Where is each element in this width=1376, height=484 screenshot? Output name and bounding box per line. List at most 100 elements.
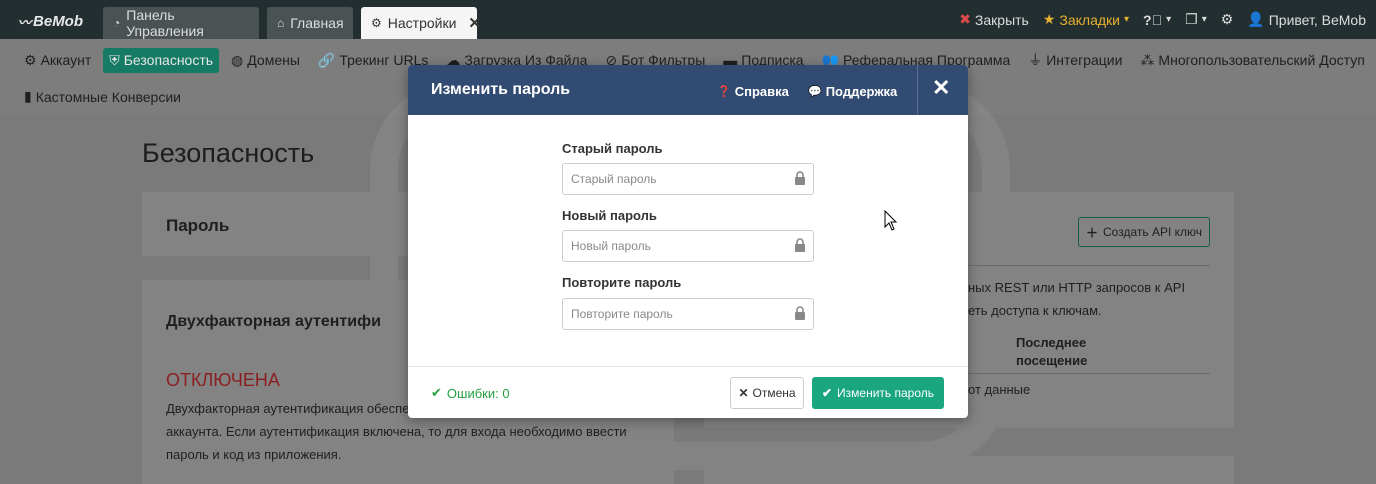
api-card-bottom — [704, 418, 1234, 428]
twofa-title: Двухфакторная аутентифи — [166, 313, 381, 330]
tab-dashboard-label: Панель Управления — [126, 7, 204, 39]
close-icon: ✕ — [932, 75, 951, 100]
tab-settings[interactable]: ⚙ Настройки ✕ — [361, 7, 481, 39]
question-circle-icon: ❓ — [717, 86, 731, 98]
repeat-password-label: Повторите пароль — [562, 275, 682, 290]
help-link[interactable]: ❓ Справка — [717, 84, 789, 99]
subnav-item-label: Интеграции — [1046, 52, 1123, 68]
twofa-status: ОТКЛЮЧЕНА — [166, 370, 280, 390]
modal-close-button[interactable]: ✕ — [932, 76, 950, 100]
comments-icon: 💬 — [808, 86, 822, 98]
globe-icon: ◍ — [231, 51, 244, 68]
bemob-logo[interactable]: 〰 BeMob — [18, 12, 83, 31]
subnav-row-2: ▮ Кастомные Конверсии — [18, 84, 187, 109]
question-icon: ?⃝ — [1143, 11, 1163, 28]
change-password-modal: Изменить пароль ❓ Справка 💬 Поддержка ✕ … — [408, 65, 968, 418]
tab-home[interactable]: ⌂ Главная — [267, 7, 353, 39]
subnav-item-integrations[interactable]: ⏚ Интеграции — [1022, 46, 1128, 74]
api-card-lower — [704, 456, 1234, 484]
modal-header: Изменить пароль ❓ Справка 💬 Поддержка ✕ — [408, 65, 968, 115]
windows-icon: ❐ — [1185, 11, 1198, 27]
top-right-menu: ✖ Закрыть ★ Закладки ▾ ?⃝ ▾ ❐ ▾ ⚙ 👤 Прив… — [959, 0, 1366, 39]
close-label: Закрыть — [974, 11, 1029, 28]
new-password-input[interactable] — [562, 230, 814, 262]
change-password-label: Изменить пароль — [837, 386, 935, 400]
link-icon: 🔗 — [317, 51, 336, 68]
create-api-key-label: Создать API ключ — [1103, 225, 1202, 239]
subnav-item-custom-conversions[interactable]: ▮ Кастомные Конверсии — [18, 84, 187, 109]
file-icon: ▮ — [24, 88, 32, 104]
api-text-1: ных REST или HTTP запросов к API — [968, 280, 1186, 295]
lock-icon — [795, 306, 805, 320]
sitemap-icon: ⁂ — [1140, 51, 1155, 68]
support-link[interactable]: 💬 Поддержка — [808, 84, 897, 99]
change-password-button[interactable]: ✔ Изменить пароль — [812, 377, 944, 409]
twofa-text-1: Двухфакторная аутентификация обеспе — [166, 401, 410, 416]
page-title: Безопасность — [142, 138, 315, 168]
old-password-input[interactable] — [562, 163, 814, 195]
bookmarks-label: Закладки — [1059, 11, 1120, 28]
api-table-divider — [968, 373, 1210, 374]
api-col-last-visit-2: посещение — [1016, 353, 1088, 368]
mouse-cursor-icon — [884, 210, 898, 231]
subnav-item-label: Безопасность — [123, 52, 214, 68]
chevron-down-icon: ▾ — [1201, 14, 1207, 25]
gear-icon: ⚙ — [24, 51, 37, 68]
close-button[interactable]: ✖ Закрыть — [959, 11, 1029, 28]
api-col-last-visit-1: Последнее — [1016, 335, 1087, 350]
gear-icon: ⚙ — [371, 16, 382, 30]
bemob-logo-mark-icon: 〰 — [18, 15, 32, 30]
tab-close-icon[interactable]: ✕ — [468, 14, 481, 32]
lock-icon — [795, 238, 805, 252]
bookmarks-menu[interactable]: ★ Закладки ▾ — [1043, 11, 1129, 28]
modal-title: Изменить пароль — [431, 81, 571, 98]
help-menu[interactable]: ?⃝ ▾ — [1143, 12, 1171, 28]
logo-text: BeMob — [33, 13, 84, 30]
home-icon: ⌂ — [277, 16, 285, 30]
star-icon: ★ — [1042, 11, 1056, 27]
create-api-key-button[interactable]: ＋ Создать API ключ — [1078, 217, 1210, 247]
top-bar: 〰 BeMob ◔ Панель Управления ⌂ Главная ⚙ … — [0, 0, 1376, 39]
gear-icon: ⚙ — [1220, 11, 1234, 27]
dashboard-icon: ◔ — [113, 16, 121, 30]
plug-icon: ⏚ — [1028, 52, 1043, 68]
api-no-data: от данные — [968, 382, 1031, 397]
password-card-title: Пароль — [166, 216, 230, 235]
support-label: Поддержка — [825, 84, 898, 99]
subnav-item-account[interactable]: ⚙ Аккаунт — [18, 48, 97, 73]
shield-icon: ⛨ — [109, 51, 120, 68]
api-text-2: еть доступа к ключам. — [968, 303, 1102, 318]
subnav-item-label: Аккаунт — [40, 52, 92, 68]
lock-icon — [795, 171, 805, 185]
new-password-label: Новый пароль — [562, 208, 657, 223]
subnav-item-label: Многопользовательский Доступ — [1158, 52, 1365, 68]
subnav-item-label: Кастомные Конверсии — [35, 88, 181, 105]
close-icon: ✕ — [738, 386, 749, 400]
modal-footer-divider — [408, 366, 968, 367]
tab-dashboard[interactable]: ◔ Панель Управления — [103, 7, 259, 39]
close-icon: ✖ — [959, 11, 971, 27]
old-password-label: Старый пароль — [562, 141, 663, 156]
header-divider — [917, 65, 918, 115]
repeat-password-input[interactable] — [562, 298, 814, 330]
tab-home-label: Главная — [290, 15, 344, 31]
errors-status: ✔ Ошибки: 0 — [431, 385, 510, 401]
plus-icon: ＋ — [1085, 225, 1098, 240]
twofa-text-3: пароль и код из приложения. — [166, 447, 342, 462]
twofa-text-2: аккаунта. Если аутентификация включена, … — [166, 424, 627, 439]
chevron-down-icon: ▾ — [1124, 14, 1130, 25]
windows-menu[interactable]: ❐ ▾ — [1185, 11, 1207, 28]
subnav-item-multiuser[interactable]: ⁂ Многопользовательский Доступ — [1134, 48, 1370, 73]
cancel-label: Отмена — [752, 386, 796, 400]
subnav-item-security[interactable]: ⛨ Безопасность — [103, 47, 220, 73]
tab-settings-label: Настройки — [387, 15, 457, 31]
cancel-button[interactable]: ✕ Отмена — [730, 377, 804, 409]
chevron-down-icon: ▾ — [1166, 14, 1172, 25]
settings-button[interactable]: ⚙ — [1221, 11, 1234, 28]
user-menu[interactable]: 👤 Привет, BeMob — [1247, 11, 1366, 28]
subnav-item-domains[interactable]: ◍ Домены — [225, 48, 306, 73]
check-icon: ✔ — [821, 386, 833, 400]
check-circle-icon: ✔ — [431, 385, 442, 400]
subnav-item-label: Домены — [247, 52, 300, 68]
greeting-label: Привет, BeMob — [1268, 11, 1366, 28]
